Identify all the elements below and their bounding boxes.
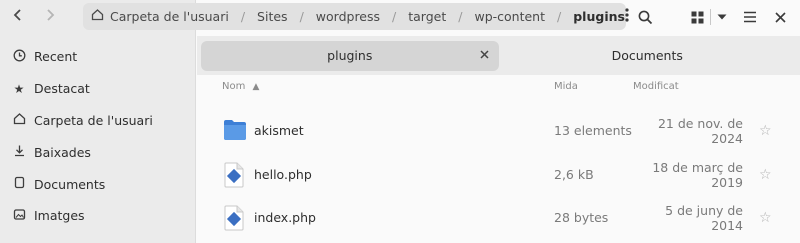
search-button[interactable] [633, 5, 657, 29]
sidebar-item-label: Carpeta de l'usuari [34, 112, 153, 128]
home-icon [12, 112, 26, 128]
chevron-right-icon [44, 8, 56, 26]
chevron-down-icon [717, 14, 727, 20]
star-toggle-icon[interactable]: ☆ [759, 210, 772, 226]
file-name: akismet [254, 123, 304, 138]
breadcrumb-target[interactable]: target [408, 9, 446, 24]
sort-ascending-icon: ▲ [252, 82, 260, 92]
column-header-name[interactable]: Nom ▲ [222, 81, 259, 92]
document-icon [12, 176, 26, 192]
forward-button[interactable] [38, 5, 62, 29]
search-icon [638, 10, 652, 24]
breadcrumb-separator: / [458, 9, 463, 24]
file-size: 2,6 kB [554, 167, 594, 182]
sidebar: Recent ★ Destacat Carpeta de l'usuari Ba… [0, 0, 196, 243]
file-name: hello.php [254, 167, 312, 182]
view-toggle-button[interactable] [684, 5, 734, 29]
sidebar-item-starred[interactable]: ★ Destacat [0, 73, 196, 105]
sidebar-item-home[interactable]: Carpeta de l'usuari [0, 105, 196, 137]
breadcrumb-home[interactable]: Carpeta de l'usuari [110, 9, 229, 24]
chevron-left-icon [12, 8, 24, 26]
sidebar-item-label: Destacat [34, 81, 90, 97]
file-modified: 18 de març de 2019 [652, 159, 743, 190]
breadcrumb-separator: / [240, 9, 246, 24]
sidebar-item-label: Recent [34, 49, 78, 65]
breadcrumb-wordpress[interactable]: wordpress [316, 9, 380, 24]
tab-plugins[interactable]: plugins [201, 40, 499, 71]
file-size: 28 bytes [554, 210, 609, 225]
sidebar-item-label: Baixades [34, 144, 91, 160]
tab-label: plugins [327, 48, 373, 63]
back-button[interactable] [6, 5, 30, 29]
star-toggle-icon[interactable]: ☆ [759, 167, 772, 183]
close-window-button[interactable] [768, 5, 792, 29]
clock-icon [12, 49, 26, 65]
close-icon [774, 11, 786, 23]
file-row-hello-php[interactable]: hello.php 2,6 kB 18 de març de 2019 ☆ [197, 153, 800, 196]
tab-bar: plugins Documents [197, 36, 800, 75]
close-tab-button[interactable] [479, 48, 489, 63]
php-file-icon [223, 205, 247, 231]
breadcrumb-separator: / [299, 9, 304, 24]
sidebar-item-recent[interactable]: Recent [0, 41, 196, 73]
sidebar-item-pictures[interactable]: Imatges [0, 200, 196, 232]
tab-label: Documents [611, 48, 683, 63]
breadcrumb-separator: / [392, 9, 397, 24]
sidebar-item-label: Documents [34, 176, 106, 192]
breadcrumb-separator: / [557, 9, 562, 24]
grid-view-icon [691, 11, 704, 23]
path-bar: Carpeta de l'usuari / Sites / wordpress … [83, 3, 629, 30]
file-size: 13 elements [554, 123, 632, 138]
hamburger-menu-icon [744, 11, 756, 23]
sidebar-item-downloads[interactable]: Baixades [0, 136, 196, 168]
file-modified: 21 de nov. de 2024 [657, 115, 743, 146]
navigation-buttons [6, 5, 62, 29]
home-icon [91, 8, 104, 25]
file-row-akismet[interactable]: akismet 13 elements 21 de nov. de 2024 ☆ [197, 109, 800, 152]
breadcrumb-sites[interactable]: Sites [257, 9, 288, 24]
file-list: Nom ▲ Mida Modificat akismet 13 elements… [197, 75, 800, 243]
breadcrumb-wp-content[interactable]: wp-content [474, 9, 545, 24]
column-header-label: Nom [222, 81, 246, 92]
main-menu-button[interactable] [738, 5, 762, 29]
folder-menu-button[interactable] [625, 7, 629, 26]
more-vertical-icon [625, 7, 629, 22]
sidebar-item-label: Imatges [34, 208, 85, 224]
star-icon: ★ [13, 81, 25, 96]
tab-documents[interactable]: Documents [499, 41, 797, 71]
column-header-size[interactable]: Mida [554, 81, 578, 92]
star-toggle-icon[interactable]: ☆ [759, 123, 772, 139]
file-modified: 5 de juny de 2014 [665, 202, 743, 233]
divider [710, 9, 711, 25]
image-icon [12, 208, 26, 224]
php-file-icon [223, 162, 247, 188]
sidebar-item-documents[interactable]: Documents [0, 168, 196, 200]
folder-icon [223, 118, 247, 144]
download-icon [12, 144, 26, 160]
places-list: Recent ★ Destacat Carpeta de l'usuari Ba… [0, 41, 196, 232]
column-header-modified[interactable]: Modificat [633, 81, 679, 92]
breadcrumb-plugins[interactable]: plugins [573, 9, 625, 24]
close-icon [479, 49, 489, 59]
file-name: index.php [254, 210, 316, 225]
file-row-index-php[interactable]: index.php 28 bytes 5 de juny de 2014 ☆ [197, 196, 800, 239]
